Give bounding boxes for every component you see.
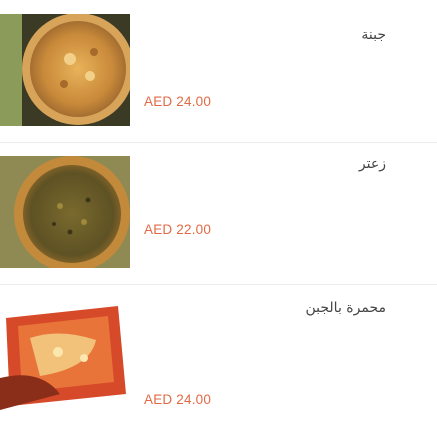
menu-item-name: محمرة بالجبن [305, 300, 387, 316]
menu-item-cheese[interactable]: جبنة AED 24.00 [0, 0, 437, 143]
menu-item-muhammara-cheese[interactable]: محمرة بالجبن AED 24.00 [0, 284, 437, 427]
muhammara-cheese-image [0, 298, 130, 410]
menu-item-name: جبنة [361, 27, 386, 43]
menu-item-image [0, 156, 130, 268]
zaatar-manakish-image [0, 156, 130, 268]
menu-item-name: زعتر [358, 156, 386, 172]
menu-item-image [0, 14, 130, 126]
menu-item-price: AED 24.00 [144, 94, 212, 109]
menu-item-zaatar[interactable]: زعتر AED 22.00 [0, 142, 437, 285]
cheese-manakish-image [0, 14, 130, 126]
menu-item-price: AED 22.00 [144, 222, 212, 237]
menu-item-list: جبنة AED 24.00 زعتر AED 22.00 محمرة بالج… [0, 0, 437, 427]
menu-item-image [0, 298, 130, 410]
menu-item-price: AED 24.00 [144, 392, 212, 407]
